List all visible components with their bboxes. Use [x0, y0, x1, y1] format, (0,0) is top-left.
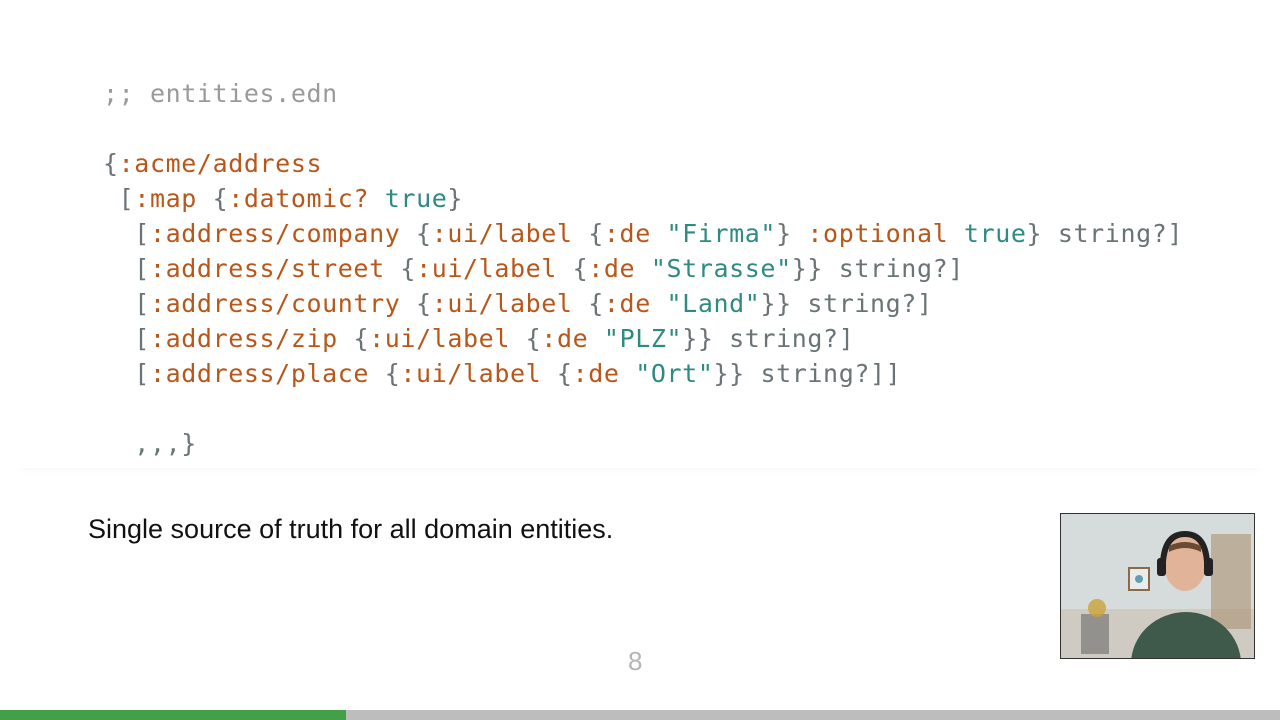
code-token: :de — [603, 289, 651, 318]
code-token: :de — [588, 254, 636, 283]
code-token: { — [556, 254, 589, 283]
code-token: :ui/label — [416, 254, 557, 283]
code-token: [ — [103, 324, 150, 353]
slide-caption: Single source of truth for all domain en… — [88, 514, 614, 544]
code-token: [ — [103, 184, 135, 213]
code-token: ,,,} — [103, 429, 197, 458]
code-token: :ui/label — [431, 289, 573, 318]
code-token: :de — [541, 324, 589, 353]
code-token: :ui/label — [369, 324, 510, 353]
code-token: { — [196, 184, 229, 213]
code-token: { — [572, 219, 604, 248]
code-token: { — [384, 254, 417, 283]
code-token: :address/zip — [149, 324, 338, 353]
code-token: { — [400, 289, 432, 318]
code-token: } — [776, 219, 808, 248]
code-token: ;; entities.edn — [103, 79, 338, 108]
code-token: :datomic? — [228, 184, 370, 213]
code-token: :address/country — [149, 289, 401, 318]
progress-fill — [0, 710, 346, 720]
code-token: }} string?] — [760, 289, 933, 318]
code-line: ,,,} — [103, 426, 1183, 461]
code-line: [:map {:datomic? true} — [103, 181, 1183, 216]
code-panel: ;; entities.edn {:acme/address [:map {:da… — [14, 0, 1266, 468]
code-token: :de — [603, 219, 651, 248]
code-token: } string?] — [1026, 219, 1184, 248]
code-token: :address/place — [149, 359, 370, 388]
code-token: "Ort" — [635, 359, 714, 388]
code-token: }} string?] — [791, 254, 964, 283]
code-token: }} string?]] — [713, 359, 902, 388]
code-token: { — [541, 359, 573, 388]
code-token: "Strasse" — [650, 254, 792, 283]
code-line: [:address/zip {:ui/label {:de "PLZ"}} st… — [103, 321, 1183, 356]
code-token: true — [384, 184, 448, 213]
code-token: :ui/label — [400, 359, 542, 388]
code-token: }} string?] — [682, 324, 855, 353]
code-block: ;; entities.edn {:acme/address [:map {:da… — [103, 76, 1183, 461]
code-line: [:address/street {:ui/label {:de "Strass… — [103, 251, 1183, 286]
code-line: [:address/country {:ui/label {:de "Land"… — [103, 286, 1183, 321]
code-token: :acme/address — [118, 149, 323, 178]
code-token: :de — [572, 359, 620, 388]
page-number: 8 — [628, 646, 643, 676]
code-line: ;; entities.edn — [103, 76, 1183, 111]
code-token: :map — [134, 184, 197, 213]
code-token: :ui/label — [431, 219, 573, 248]
code-line: [:address/company {:ui/label {:de "Firma… — [103, 216, 1183, 251]
code-token: { — [572, 289, 604, 318]
code-line: {:acme/address — [103, 146, 1183, 181]
code-token: :optional — [807, 219, 949, 248]
code-token: { — [103, 149, 119, 178]
code-token: [ — [103, 359, 150, 388]
code-token: [ — [103, 254, 150, 283]
code-token: { — [369, 359, 401, 388]
webcam-video — [1060, 513, 1255, 659]
code-line: [:address/place {:ui/label {:de "Ort"}} … — [103, 356, 1183, 391]
code-token: :address/company — [149, 219, 401, 248]
code-token: { — [337, 324, 370, 353]
code-token: "Firma" — [666, 219, 777, 248]
code-token: true — [963, 219, 1027, 248]
presentation-progress-bar — [0, 710, 1280, 720]
code-token: { — [400, 219, 432, 248]
webcam-image — [1061, 514, 1254, 658]
code-token: } — [447, 184, 464, 213]
code-token: [ — [103, 289, 150, 318]
code-token: "PLZ" — [603, 324, 683, 353]
code-token: "Land" — [666, 289, 761, 318]
code-token: [ — [103, 219, 150, 248]
code-token: { — [509, 324, 542, 353]
code-token: :address/street — [149, 254, 385, 283]
